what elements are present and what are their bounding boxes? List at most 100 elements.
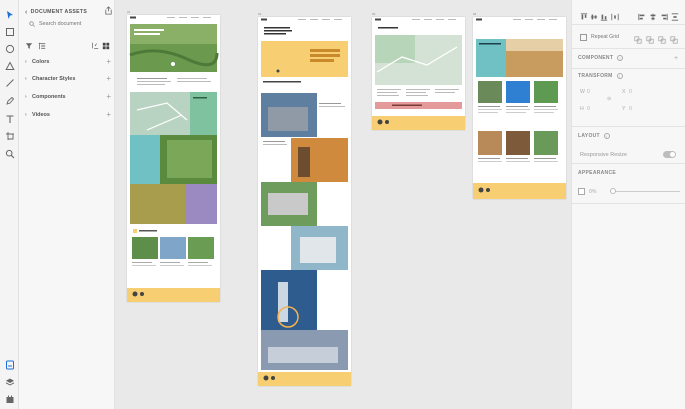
back-chevron-icon[interactable]: ‹ xyxy=(25,9,28,16)
line-tool-icon[interactable] xyxy=(3,76,16,89)
add-icon[interactable]: + xyxy=(106,92,111,101)
opacity-checkbox[interactable] xyxy=(578,188,585,195)
responsive-resize-toggle[interactable] xyxy=(663,151,676,158)
alignment-toolbar xyxy=(578,8,682,21)
opacity-slider[interactable] xyxy=(610,188,680,194)
select-tool-icon[interactable] xyxy=(3,8,16,21)
artboard-3[interactable] xyxy=(372,17,465,130)
layers-icon[interactable] xyxy=(3,375,16,388)
plugins-icon[interactable] xyxy=(3,392,16,405)
component-section: COMPONENT i + xyxy=(578,55,682,62)
artboard-2-preview xyxy=(258,18,351,386)
distribute-icon[interactable] xyxy=(611,8,619,21)
artboard-tool-icon[interactable] xyxy=(3,129,16,142)
asset-search[interactable] xyxy=(29,18,109,29)
align-top-icon[interactable] xyxy=(580,8,588,20)
tool-bar xyxy=(0,0,19,409)
divider xyxy=(572,126,685,127)
slider-knob[interactable] xyxy=(610,188,616,194)
chevron-right-icon: › xyxy=(25,75,27,82)
artboard-label[interactable]: 02 xyxy=(258,12,261,16)
info-icon[interactable]: i xyxy=(617,55,624,61)
section-label: Components xyxy=(32,93,66,100)
search-icon xyxy=(29,20,35,27)
x-field[interactable]: X0 xyxy=(622,89,632,95)
transform-title: TRANSFORM xyxy=(578,73,613,79)
search-input[interactable] xyxy=(39,20,99,27)
artboard-1[interactable] xyxy=(127,15,220,302)
rectangle-tool-icon[interactable] xyxy=(3,25,16,38)
videos-section[interactable]: › Videos + xyxy=(25,110,111,119)
text-tool-icon[interactable] xyxy=(3,112,16,125)
chevron-right-icon: › xyxy=(25,93,27,100)
app-window: ‹ DOCUMENT ASSETS › Col xyxy=(0,0,685,409)
sort-icon[interactable] xyxy=(38,37,46,50)
polygon-tool-icon[interactable] xyxy=(3,59,16,72)
divider xyxy=(572,24,685,25)
assets-toolbar xyxy=(25,37,111,50)
add-component-icon[interactable]: + xyxy=(674,55,678,62)
repeat-grid-icon xyxy=(580,33,587,41)
divider xyxy=(572,203,685,204)
opacity-value[interactable]: 0% xyxy=(589,189,597,195)
height-field[interactable]: H0 xyxy=(580,106,590,112)
align-right-icon[interactable] xyxy=(660,8,668,21)
width-field[interactable]: W0 xyxy=(580,89,590,95)
document-assets-panel: ‹ DOCUMENT ASSETS › Col xyxy=(19,0,115,409)
filter-icon[interactable] xyxy=(25,37,33,49)
pen-tool-icon[interactable] xyxy=(3,94,16,107)
divider xyxy=(572,163,685,164)
repeat-grid-label: Repeat Grid xyxy=(591,34,619,40)
responsive-resize-label: Responsive Resize xyxy=(580,152,628,158)
align-middle-icon[interactable] xyxy=(590,8,598,20)
artboard-1-preview xyxy=(127,15,220,302)
chevron-right-icon: › xyxy=(25,111,27,118)
chevron-right-icon: › xyxy=(25,58,27,65)
artboard-label[interactable]: 04 xyxy=(473,12,476,16)
repeat-grid-button[interactable]: Repeat Grid xyxy=(580,32,632,42)
add-icon[interactable]: + xyxy=(106,74,111,83)
share-icon[interactable] xyxy=(104,6,113,15)
document-assets-icon[interactable] xyxy=(3,358,16,371)
layout-section: LAYOUT i xyxy=(578,133,610,139)
section-label: Colors xyxy=(32,58,50,65)
section-label: Character Styles xyxy=(32,75,76,82)
artboard-label[interactable]: 03 xyxy=(372,12,375,16)
grid-view-icon[interactable] xyxy=(102,37,110,50)
align-bottom-icon[interactable] xyxy=(600,8,608,21)
info-icon[interactable]: i xyxy=(616,73,623,79)
assets-panel-title: DOCUMENT ASSETS xyxy=(30,9,88,15)
assets-panel-header: ‹ DOCUMENT ASSETS xyxy=(25,6,113,17)
artboard-4[interactable] xyxy=(473,17,566,199)
character-styles-section[interactable]: › Character Styles + xyxy=(25,74,111,83)
lock-icon[interactable]: ⊖ xyxy=(607,96,611,102)
zoom-tool-icon[interactable] xyxy=(3,147,16,160)
boolean-subtract-icon[interactable] xyxy=(646,31,654,44)
divider xyxy=(572,48,685,49)
align-center-icon[interactable] xyxy=(649,8,657,21)
align-left-icon[interactable] xyxy=(638,8,646,21)
list-view-icon[interactable] xyxy=(91,37,99,49)
artboard-2[interactable] xyxy=(258,17,351,386)
add-icon[interactable]: + xyxy=(106,110,111,119)
colors-section[interactable]: › Colors + xyxy=(25,57,111,66)
artboard-4-preview xyxy=(473,18,566,199)
ellipse-tool-icon[interactable] xyxy=(3,42,16,55)
appearance-title: APPEARANCE xyxy=(578,170,617,176)
section-label: Videos xyxy=(32,111,50,118)
info-icon[interactable]: i xyxy=(603,133,610,139)
property-inspector: Repeat Grid COMPONENT i + TRANSFORM i W0… xyxy=(571,0,685,409)
y-field[interactable]: Y0 xyxy=(622,106,632,112)
boolean-exclude-icon[interactable] xyxy=(670,31,678,44)
appearance-section: APPEARANCE xyxy=(578,170,616,176)
boolean-add-icon[interactable] xyxy=(634,31,642,44)
components-section[interactable]: › Components + xyxy=(25,92,111,101)
add-icon[interactable]: + xyxy=(106,57,111,66)
layout-title: LAYOUT xyxy=(578,133,600,139)
divider xyxy=(572,68,685,69)
artboard-label[interactable]: 01 xyxy=(127,10,130,14)
artboard-3-preview xyxy=(372,18,465,130)
design-canvas[interactable]: 01 02 03 04 xyxy=(115,0,571,409)
distribute-horizontal-icon[interactable] xyxy=(671,8,679,21)
boolean-intersect-icon[interactable] xyxy=(658,31,666,44)
